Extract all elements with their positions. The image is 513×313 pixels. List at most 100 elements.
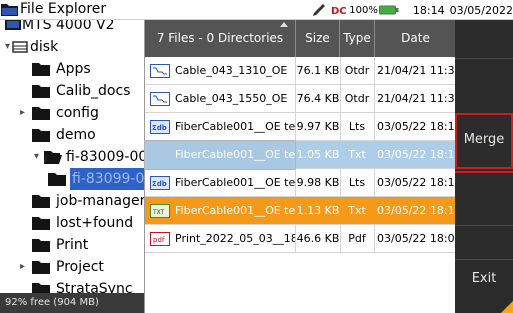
folder-icon xyxy=(1,4,18,16)
file-size: 76.4 KB xyxy=(296,92,340,105)
column-header-date[interactable]: Date xyxy=(375,20,456,57)
clock-time: 18:14 xyxy=(412,3,445,17)
folder-tree[interactable]: MTS 4000 V2 ▾ disk Apps Calib_docs ▸ con… xyxy=(0,20,144,293)
tree-item-calib-docs[interactable]: Calib_docs xyxy=(0,80,144,102)
dc-power-icon: DC xyxy=(331,6,347,17)
file-name: Cable_043_1550_OE xyxy=(175,92,288,105)
softkey-2[interactable] xyxy=(455,58,513,112)
folder-icon xyxy=(48,173,66,186)
table-row-selected[interactable]: TXT FiberCable001__OE tes 1.05 KB Txt 03… xyxy=(144,140,456,170)
exit-button[interactable]: Exit xyxy=(455,259,513,313)
table-row[interactable]: pdf Print_2022_05_03__18_ 46.6 KB Pdf 03… xyxy=(145,225,456,253)
column-header-name[interactable]: 7 Files - 0 Directories xyxy=(145,20,296,57)
file-type: Pdf xyxy=(348,232,366,245)
tree-item-label: Apps xyxy=(56,61,91,77)
file-name: FiberCable001__OE tes xyxy=(144,140,296,170)
app-title: File Explorer xyxy=(20,1,107,17)
sort-ascending-icon xyxy=(280,22,288,27)
file-date: 21/04/21 11:34 xyxy=(377,92,456,105)
file-type: Otdr xyxy=(344,92,370,105)
tree-item-label: fi-83009-0003 xyxy=(66,149,144,165)
corner-indicator-icon xyxy=(501,301,513,313)
tree-item-project[interactable]: ▸ Project xyxy=(0,256,144,278)
table-row[interactable]: Σdb FiberCable001__OE tes 9.98 KB Lts 03… xyxy=(145,169,456,197)
tree-item-label: Calib_docs xyxy=(56,83,131,99)
tree-item-disk[interactable]: ▾ disk xyxy=(0,36,144,58)
expand-icon[interactable]: ▸ xyxy=(20,256,25,278)
table-row-selected[interactable]: TXT FiberCable001__OE tes 1.13 KB Txt 03… xyxy=(145,197,456,225)
folder-icon xyxy=(32,283,50,293)
file-name: Print_2022_05_03__18_ xyxy=(175,232,295,245)
file-name: FiberCable001__OE tes xyxy=(175,120,295,133)
expand-icon[interactable]: ▸ xyxy=(20,102,25,124)
tree-item-config[interactable]: ▸ config xyxy=(0,102,144,124)
collapse-icon[interactable]: ▾ xyxy=(5,36,10,58)
softkey-1[interactable] xyxy=(455,20,513,58)
battery-percent: 100% xyxy=(349,4,378,16)
tree-item-stratasync[interactable]: StrataSync xyxy=(0,278,144,293)
file-type: Txt xyxy=(348,148,366,161)
tree-item-job-manager[interactable]: job-manager xyxy=(0,190,144,212)
folder-icon xyxy=(32,261,50,274)
file-type: Lts xyxy=(348,176,366,189)
softkey-panel: Merge Exit xyxy=(455,20,513,313)
tree-item-demo[interactable]: demo xyxy=(0,124,144,146)
folder-icon xyxy=(32,217,50,230)
status-area: DC 100% 18:14 03/05/2022 xyxy=(311,0,513,20)
file-size: 46.6 KB xyxy=(296,232,340,245)
tree-item-apps[interactable]: Apps xyxy=(0,58,144,80)
tree-item-label: Print xyxy=(56,237,89,253)
column-header-size[interactable]: Size xyxy=(296,20,340,57)
file-name: FiberCable001__OE tes xyxy=(175,176,295,189)
file-date: 03/05/22 18:13 xyxy=(377,148,456,161)
file-date: 03/05/22 18:13 xyxy=(377,120,456,133)
tree-item-label: job-manager xyxy=(56,193,144,209)
folder-icon xyxy=(32,85,50,98)
title-bar: File Explorer DC 100% 18:14 03/05/2022 xyxy=(0,0,513,20)
folder-icon xyxy=(32,129,50,142)
file-size: 9.97 KB xyxy=(296,120,340,133)
table-row[interactable]: Cable_043_1310_OE 76.1 KB Otdr 21/04/21 … xyxy=(145,57,456,85)
tree-item-label: demo xyxy=(56,127,96,143)
folder-icon xyxy=(32,107,50,120)
file-type: Txt xyxy=(348,204,366,217)
pen-icon xyxy=(313,4,326,16)
file-date: 21/04/21 11:34 xyxy=(377,64,456,77)
table-row[interactable]: Σdb FiberCable001__OE tes 9.97 KB Lts 03… xyxy=(145,113,456,141)
softkey-4[interactable] xyxy=(455,171,513,225)
collapse-icon[interactable]: ▾ xyxy=(34,146,39,168)
tree-item-label: StrataSync xyxy=(56,281,133,293)
merge-button[interactable]: Merge xyxy=(455,113,513,169)
file-type: Lts xyxy=(348,120,366,133)
table-row[interactable]: Cable_043_1550_OE 76.4 KB Otdr 21/04/21 … xyxy=(145,85,456,113)
file-date: 03/05/22 18:14 xyxy=(377,204,456,217)
file-type: Otdr xyxy=(344,64,370,77)
tree-root-label: MTS 4000 V2 xyxy=(22,20,115,33)
tree-item-fi-83099-selected[interactable]: fi-83099-000 xyxy=(70,168,144,190)
column-header-type[interactable]: Type xyxy=(340,20,375,57)
file-size: 9.98 KB xyxy=(296,176,340,189)
tree-item-label: lost+found xyxy=(56,215,134,231)
tree-item-lost-found[interactable]: lost+found xyxy=(0,212,144,234)
folder-icon xyxy=(32,239,50,252)
file-size: 1.13 KB xyxy=(296,204,340,217)
file-size: 1.05 KB xyxy=(296,148,340,161)
file-table[interactable]: 7 Files - 0 Directories Size Type Date C… xyxy=(144,20,456,313)
drive-icon xyxy=(12,41,28,53)
merge-button-label: Merge xyxy=(463,132,505,147)
file-date: 03/05/22 18:07 xyxy=(377,232,456,245)
tree-item-print[interactable]: Print xyxy=(0,234,144,256)
tree-item-label: disk xyxy=(30,39,59,55)
folder-icon xyxy=(32,195,50,208)
table-header: 7 Files - 0 Directories Size Type Date xyxy=(145,20,456,57)
tree-item-label: Project xyxy=(56,259,104,275)
exit-button-label: Exit xyxy=(471,271,497,286)
file-size: 76.1 KB xyxy=(296,64,340,77)
disk-free-status: 92% free (904 MB) xyxy=(0,293,144,313)
folder-open-icon xyxy=(44,151,62,164)
device-icon xyxy=(5,20,21,30)
tree-item-fi-83009[interactable]: ▾ fi-83009-0003 xyxy=(0,146,144,168)
tree-root[interactable]: MTS 4000 V2 xyxy=(0,20,144,36)
tree-item-label: config xyxy=(56,105,99,121)
file-name: Cable_043_1310_OE xyxy=(175,64,288,77)
